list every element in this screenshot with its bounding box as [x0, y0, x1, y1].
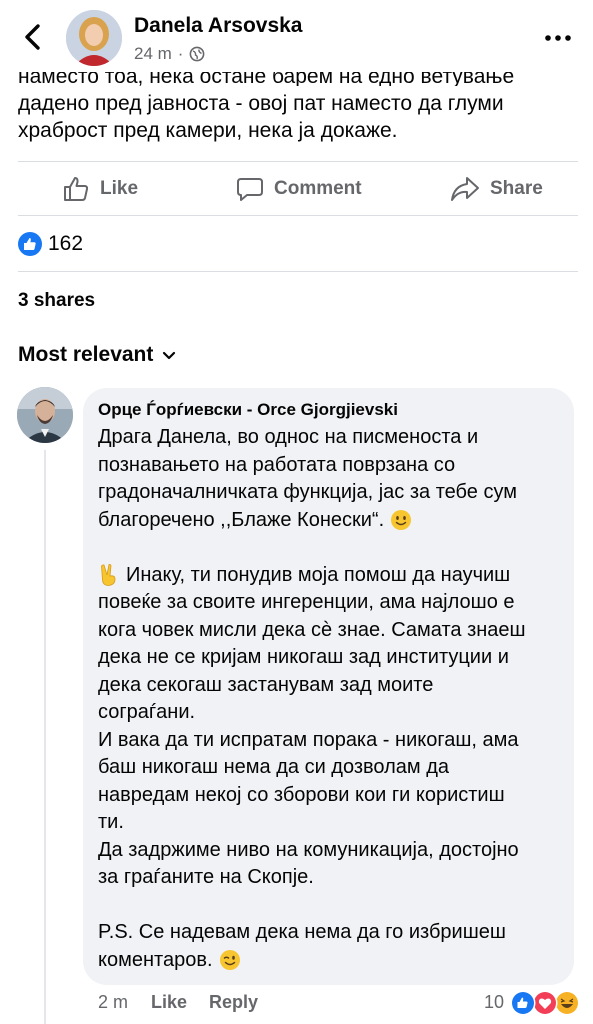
comment-button[interactable]: Comment [236, 164, 362, 214]
post-meta: 24 m · [134, 44, 205, 64]
divider [18, 215, 578, 216]
comment-line: познавањето на работата поврзана со [98, 453, 456, 476]
post-line: храброст пред камери, нека ја докаже. [18, 119, 398, 142]
like-reaction-icon [18, 232, 42, 256]
reaction-count: 162 [48, 232, 84, 255]
chevron-down-icon [163, 351, 176, 360]
comment-icon [237, 178, 263, 201]
globe-icon [190, 46, 205, 62]
comment-reaction-icons[interactable] [509, 989, 581, 1017]
comment-line: градоначалничката функција, јас за тебе … [98, 481, 517, 503]
comment-line: коментаров. [98, 947, 564, 975]
comment-line: дека не се криjам никогаш зад институции… [98, 646, 509, 668]
like-button[interactable]: Like [62, 164, 138, 214]
comment-line: Инаку, ти понудив моја помош да научиш [98, 562, 564, 590]
comment-line: Да задржиме ниво на комуникација, достој… [98, 838, 519, 861]
comment-line-text: Инаку, ти понудив моја помош да научиш [126, 563, 511, 586]
thread-line [44, 450, 46, 1024]
comment-line-text: благоречено ,,Блаже Конески“. [98, 508, 385, 531]
share-button[interactable]: Share [450, 164, 543, 214]
comment-line: повеќе за своите ингеренции, ама најлошо… [98, 591, 515, 613]
post-header: Danela Arsovska 24 m · [0, 0, 593, 72]
sort-label: Most relevant [18, 343, 154, 366]
slightly-smiling-emoji-icon [391, 510, 412, 531]
love-icon [532, 990, 558, 1016]
post-actions: Like Comment Share [0, 164, 593, 214]
victory-hand-emoji-icon [101, 564, 116, 587]
comment-line: сограѓани. [98, 701, 196, 723]
comment-line: навредам некој со зборови кои ги користи… [98, 783, 505, 806]
comment-line: баш никогаш нема да си дозволам да [98, 756, 450, 778]
comment-line: дека секогаш застанувам зад моите [98, 673, 434, 696]
commenter-name[interactable]: Орце Ѓорѓиевски - Orce Gjorgjievski [98, 400, 398, 420]
comment-sort-dropdown[interactable]: Most relevant [18, 343, 177, 367]
author-name[interactable]: Danela Arsovska [134, 14, 302, 38]
commenter-avatar[interactable] [17, 387, 73, 443]
haha-icon [554, 990, 580, 1016]
share-label: Share [490, 178, 543, 199]
comment-reply-button[interactable]: Reply [209, 992, 258, 1013]
post-line-partial: наместо тоа, нека остане барем на едно в… [18, 72, 515, 86]
shares-count[interactable]: 3 shares [18, 290, 95, 312]
comment-line: кога човек мисли дека сѐ знае. Самата зн… [98, 618, 526, 641]
like-icon [510, 990, 536, 1016]
comment-like-button[interactable]: Like [151, 992, 187, 1013]
comment-line-text: коментаров. [98, 948, 213, 971]
comment-text: Драга Данела, во однос на писменоста и п… [98, 424, 564, 974]
like-label: Like [100, 178, 139, 199]
back-arrow-icon[interactable] [18, 22, 48, 52]
post-body: наместо тоа, нека остане барем на едно в… [18, 72, 578, 144]
comment-reaction-count[interactable]: 10 [484, 992, 504, 1013]
post-line: дадено пред јавноста - овој пат наместо … [18, 92, 504, 115]
comment-line: Драга Данела, во однос на писменоста и [98, 426, 479, 448]
reactions-summary[interactable]: 162 [18, 232, 83, 256]
comment-time[interactable]: 2 m [98, 992, 128, 1013]
post-time[interactable]: 24 m [134, 44, 172, 64]
more-options-icon[interactable] [543, 28, 573, 48]
winking-emoji-icon [219, 950, 240, 971]
share-icon [451, 177, 479, 201]
comment-line: ти. [98, 811, 124, 833]
meta-dot: · [177, 44, 184, 63]
comment-line: И вака да ти испратам порака - никогаш, … [98, 728, 519, 751]
comment-line: P.S. Се надевам дека нема да го избришеш [98, 921, 506, 943]
thumbs-up-icon [64, 177, 89, 201]
divider [18, 161, 578, 162]
author-avatar[interactable] [66, 10, 122, 66]
comment-line: благоречено ,,Блаже Конески“. [98, 507, 564, 535]
divider [18, 271, 578, 272]
comment-line: за граѓаните на Скопје. [98, 866, 314, 888]
comment-label: Comment [274, 178, 362, 199]
